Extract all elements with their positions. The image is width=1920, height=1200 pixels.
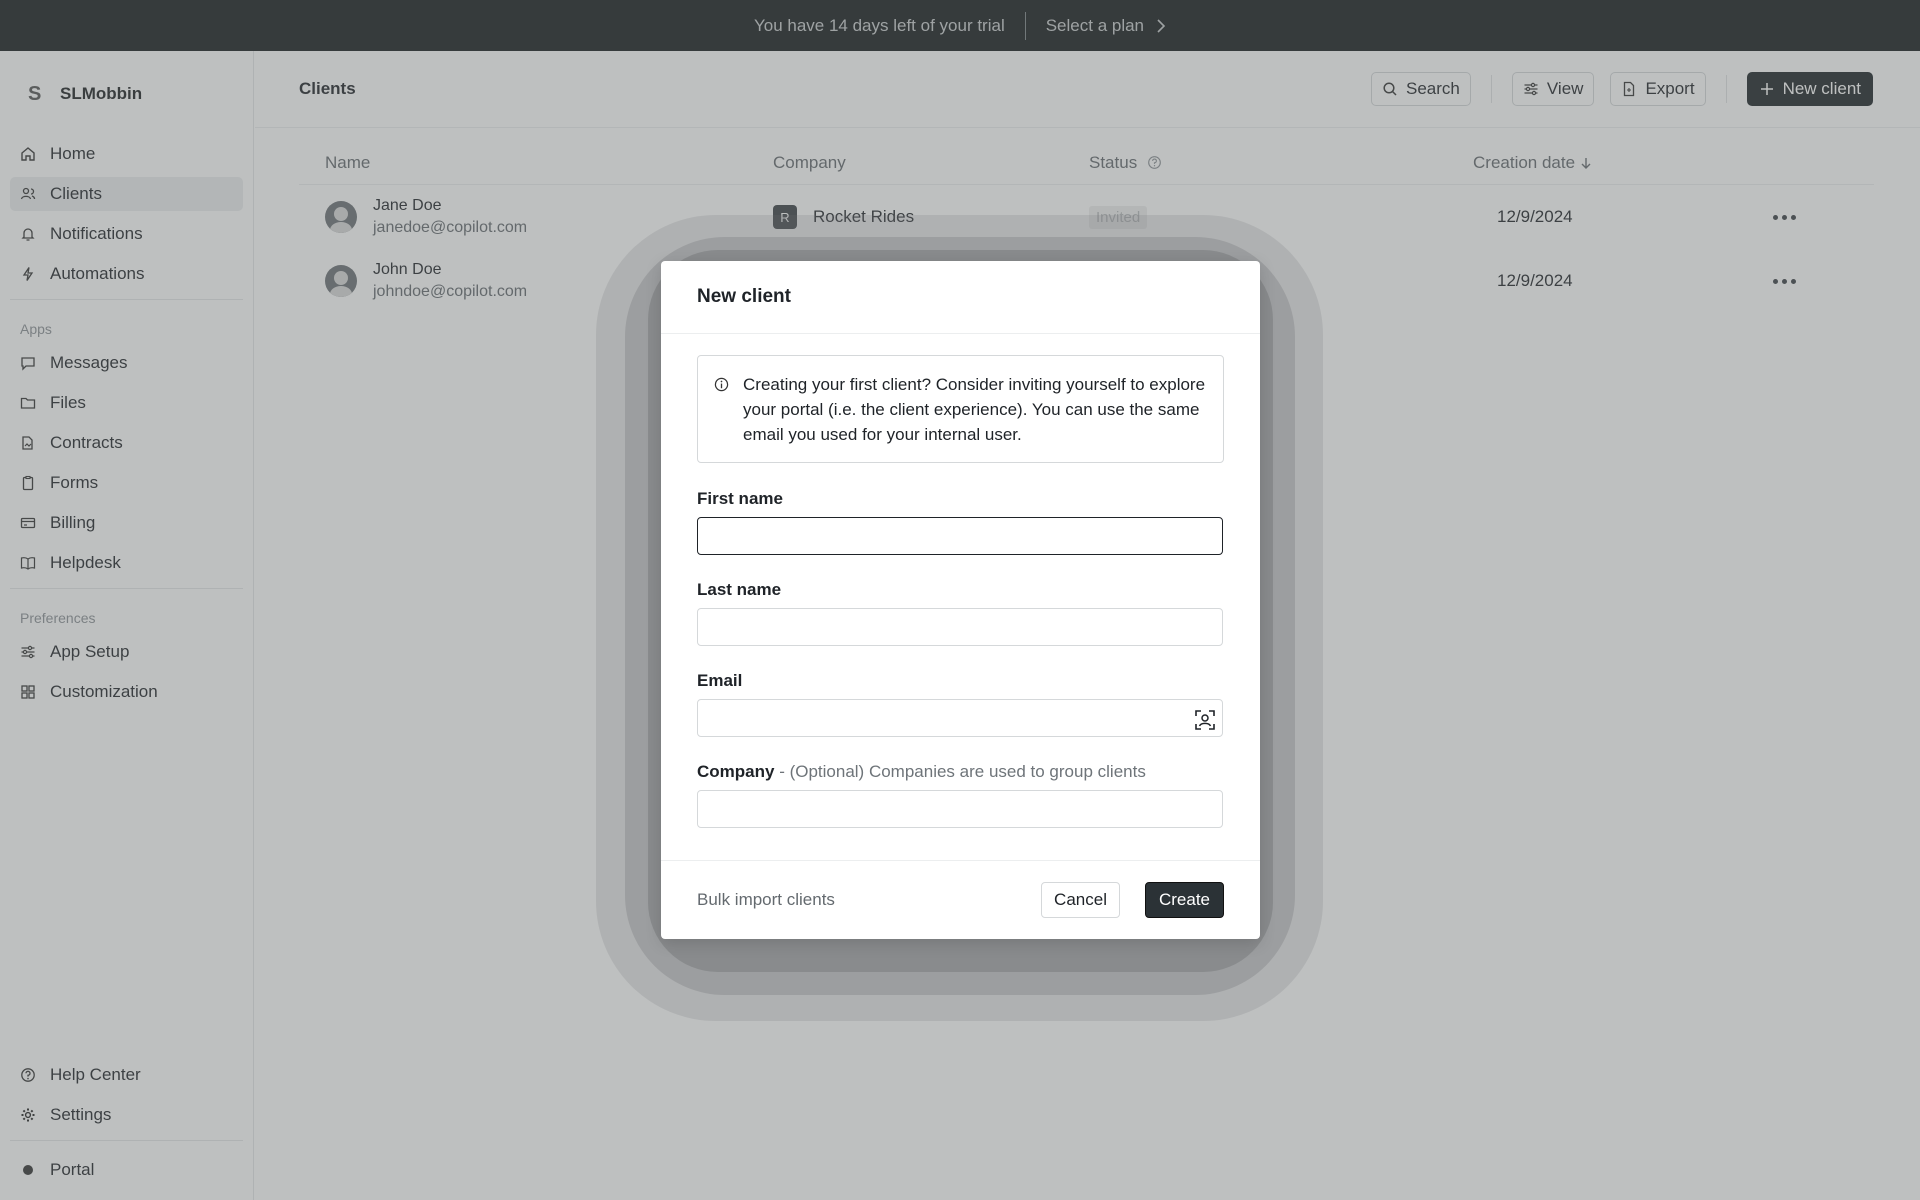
dialog-body: Creating your first client? Consider inv… xyxy=(661,334,1260,828)
cancel-button[interactable]: Cancel xyxy=(1041,882,1120,918)
dialog-footer: Bulk import clients Cancel Create xyxy=(661,860,1260,939)
bulk-import-link[interactable]: Bulk import clients xyxy=(697,890,1041,910)
email-field[interactable] xyxy=(697,699,1223,737)
info-text: Creating your first client? Consider inv… xyxy=(743,375,1206,444)
dialog-title: New client xyxy=(661,261,1260,334)
last-name-label: Last name xyxy=(697,580,782,599)
first-name-field[interactable] xyxy=(697,517,1223,555)
info-icon xyxy=(714,377,729,392)
company-label: Company - (Optional) Companies are used … xyxy=(697,762,1224,782)
create-button[interactable]: Create xyxy=(1144,882,1224,918)
first-name-label: First name xyxy=(697,489,783,508)
company-hint: - (Optional) Companies are used to group… xyxy=(774,762,1146,781)
company-field[interactable] xyxy=(697,790,1223,828)
contact-scan-icon[interactable] xyxy=(1194,709,1216,731)
company-label-text: Company xyxy=(697,762,775,781)
email-label: Email xyxy=(697,671,743,690)
info-callout: Creating your first client? Consider inv… xyxy=(697,355,1224,463)
new-client-dialog: New client Creating your first client? C… xyxy=(661,261,1260,939)
last-name-field[interactable] xyxy=(697,608,1223,646)
